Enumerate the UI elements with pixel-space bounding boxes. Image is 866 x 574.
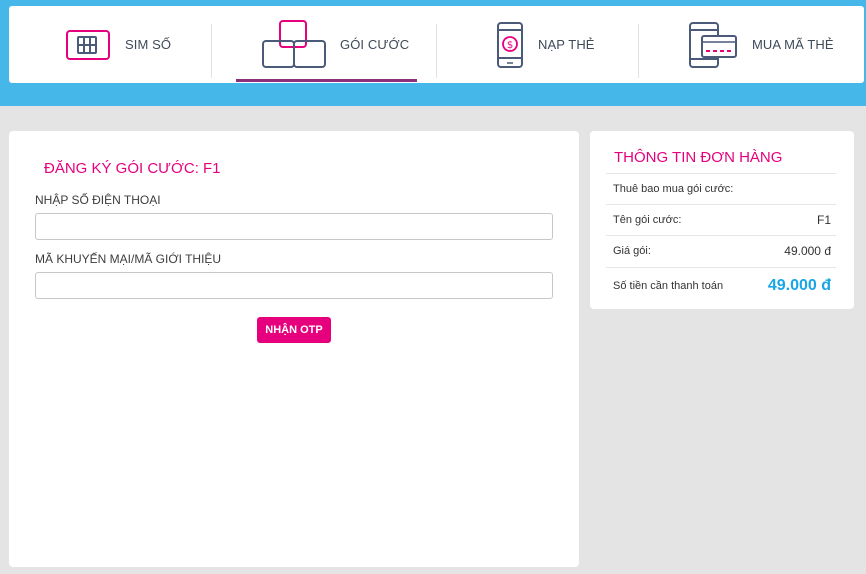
promo-field-label: MÃ KHUYẾN MẠI/MÃ GIỚI THIỆU: [35, 252, 222, 266]
nav-divider: [211, 24, 212, 78]
nav-item-label: GÓI CƯỚC: [340, 37, 410, 52]
promo-code-input[interactable]: [35, 272, 553, 299]
phone-field-label: NHẬP SỐ ĐIỆN THOẠI: [35, 193, 161, 207]
order-row-total: Số tiền cần thanh toán 49.000 đ: [613, 267, 831, 305]
nav-divider: [638, 24, 639, 78]
order-summary-title: THÔNG TIN ĐƠN HÀNG: [614, 149, 783, 166]
phone-topup-icon: $: [496, 21, 524, 69]
package-boxes-icon: [262, 19, 328, 71]
order-row-label: Thuê bao mua gói cước:: [613, 182, 734, 195]
get-otp-button[interactable]: NHẬN OTP: [257, 317, 331, 343]
order-row-label: Giá gói:: [613, 245, 651, 257]
total-amount: 49.000 đ: [767, 277, 831, 294]
phone-card-icon: [688, 21, 738, 69]
form-title: ĐĂNG KÝ GÓI CƯỚC: F1: [44, 160, 221, 177]
order-row-label: Số tiền cần thanh toán: [613, 280, 724, 292]
order-row-value: 49.000 đ: [784, 244, 831, 258]
order-row-price: Giá gói: 49.000 đ: [613, 235, 831, 267]
service-nav: SIM SỐ GÓI CƯỚC $ NẠP THẺ MUA MÃ THẺ: [9, 6, 864, 83]
nav-divider: [436, 24, 437, 78]
nav-item-mua-ma-the[interactable]: MUA MÃ THẺ: [688, 6, 834, 83]
registration-panel: ĐĂNG KÝ GÓI CƯỚC: F1 NHẬP SỐ ĐIỆN THOẠI …: [9, 131, 579, 567]
phone-number-input[interactable]: [35, 213, 553, 240]
order-row-subscriber: Thuê bao mua gói cước:: [613, 173, 831, 204]
order-summary-panel: THÔNG TIN ĐƠN HÀNG Thuê bao mua gói cước…: [590, 131, 854, 309]
nav-item-label: SIM SỐ: [125, 37, 172, 52]
order-row-value: F1: [816, 212, 831, 227]
order-row-package-name: Tên gói cước: F1: [613, 204, 831, 235]
nav-item-label: MUA MÃ THẺ: [752, 37, 834, 52]
svg-text:$: $: [507, 40, 513, 51]
nav-item-label: NẠP THẺ: [538, 37, 595, 52]
order-row-label: Tên gói cước:: [613, 213, 682, 226]
nav-item-goi-cuoc[interactable]: GÓI CƯỚC: [262, 6, 409, 83]
nav-item-nap-the[interactable]: $ NẠP THẺ: [496, 6, 595, 83]
sim-card-icon: [65, 27, 111, 63]
active-tab-indicator: [236, 79, 417, 82]
nav-item-sim-so[interactable]: SIM SỐ: [65, 6, 171, 83]
